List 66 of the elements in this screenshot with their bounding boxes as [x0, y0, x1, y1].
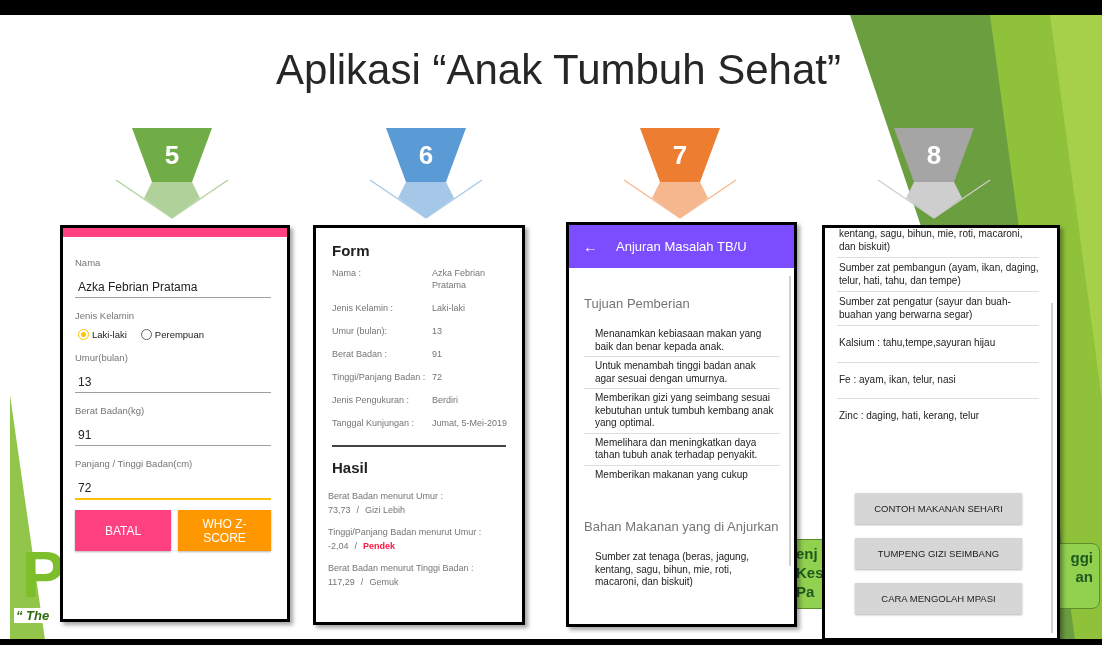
- result-label: Tinggi/Panjang Badan menurut Umur :: [328, 526, 483, 538]
- result-label: Berat Badan menurut Umur :: [328, 490, 445, 502]
- field-label: Jenis Pengukuran :: [332, 394, 411, 406]
- list-item: Memberikan gizi yang seimbang sesuai kebutuhan untuk tumbuh kembang anak yang optimal.: [584, 389, 780, 434]
- scrollbar[interactable]: [1051, 303, 1053, 633]
- field-label: Umur(bulan): [75, 352, 128, 363]
- back-button[interactable]: ←: [583, 238, 598, 255]
- list-item: kentang, sagu, bihun, mie, roti, macaroni, dan biskuit): [837, 228, 1039, 258]
- field-label: Tinggi/Panjang Badan :: [332, 371, 427, 383]
- list-item: Fe : ayam, ikan, telur, nasi: [837, 362, 1039, 399]
- result-label: Berat Badan menurut Tinggi Badan :: [328, 562, 475, 574]
- separator: /: [360, 576, 364, 588]
- field-value: Berdiri: [432, 394, 459, 406]
- input-field[interactable]: Azka Febrian Pratama: [75, 276, 271, 298]
- list-item: Untuk menambah tinggi badan anak agar sesuai dengan umurnya.: [584, 357, 780, 389]
- section-heading: Bahan Makanan yang di Anjurkan: [584, 519, 779, 534]
- list-item: Memelihara dan meningkatkan daya tahan tubuh anak terhadap penyakit.: [584, 433, 780, 466]
- field-value: Jumat, 5-Mei-2019: [432, 417, 509, 429]
- field-value: Azka Febrian Pratama: [432, 267, 487, 291]
- app-bar-title: Anjuran Masalah TB/U: [616, 239, 747, 254]
- field-value: Laki-laki: [432, 302, 466, 314]
- menu-button[interactable]: TUMPENG GIZI SEIMBANG: [855, 537, 1022, 569]
- step-number: 8: [926, 140, 942, 170]
- list-item: Memberikan makanan yang cukup: [594, 467, 749, 482]
- section-heading: Form: [332, 242, 370, 259]
- tagline-fragment: “ The: [14, 608, 52, 623]
- list-item: Menanamkan kebiasaan makan yang baik dan benar kepada anak.: [584, 325, 780, 357]
- field-label: Umur (bulan):: [332, 325, 388, 337]
- field-value: 13: [432, 325, 443, 337]
- field-label: Nama: [75, 257, 101, 268]
- step-number: 5: [164, 140, 180, 170]
- list-item: Sumber zat tenaga (beras, jagung, kentang, sagu, bihun, mie, roti, macaroni, dan biskuit): [594, 550, 750, 589]
- section-heading: Hasil: [332, 459, 368, 476]
- result-score: 73,73: [328, 504, 351, 516]
- result-score: -2,04: [328, 540, 349, 552]
- section-heading: Tujuan Pemberian: [584, 296, 690, 311]
- input-field[interactable]: 72: [75, 477, 271, 500]
- result-status: Gizi Lebih: [365, 504, 406, 516]
- field-label: Tanggal Kunjungan :: [332, 417, 416, 429]
- field-label: Nama :: [332, 267, 362, 280]
- field-label: Berat Badan(kg): [75, 405, 145, 416]
- input-field[interactable]: 13: [75, 371, 271, 393]
- list-item: Kalsium : tahu,tempe,sayuran hijau: [837, 326, 1039, 363]
- step-number: 7: [672, 140, 688, 170]
- result-score: 117,29: [328, 576, 355, 588]
- separator: /: [354, 540, 358, 552]
- slide-title: Aplikasi “Anak Tumbuh Sehat”: [275, 45, 841, 95]
- field-label: Jenis Kelamin: [75, 310, 135, 321]
- step-number: 6: [418, 140, 434, 170]
- field-label: Jenis Kelamin :: [332, 302, 395, 314]
- field-label: Panjang / Tinggi Badan(cm): [75, 458, 193, 469]
- radio-option[interactable]: Laki-laki: [78, 329, 127, 340]
- list-item: Zinc : daging, hati, kerang, telur: [838, 409, 981, 423]
- field-label: Berat Badan :: [332, 348, 389, 360]
- result-status: Pendek: [363, 540, 396, 552]
- field-value: 91: [432, 348, 443, 360]
- input-field[interactable]: 91: [75, 424, 271, 446]
- menu-button[interactable]: CARA MENGOLAH MPASI: [855, 582, 1022, 614]
- separator: /: [356, 504, 360, 516]
- field-value: 72: [432, 371, 443, 383]
- list-item: Sumber zat pembangun (ayam, ikan, daging, telur, hati, tahu, dan tempe): [837, 258, 1039, 292]
- menu-button[interactable]: CONTOH MAKANAN SEHARI: [855, 492, 1022, 524]
- scrollbar[interactable]: [789, 276, 791, 566]
- list-item: Sumber zat pengatur (sayur dan buah-buahan yang berwarna segar): [837, 292, 1039, 326]
- result-status: Gemuk: [369, 576, 399, 588]
- radio-option[interactable]: Perempuan: [140, 329, 204, 340]
